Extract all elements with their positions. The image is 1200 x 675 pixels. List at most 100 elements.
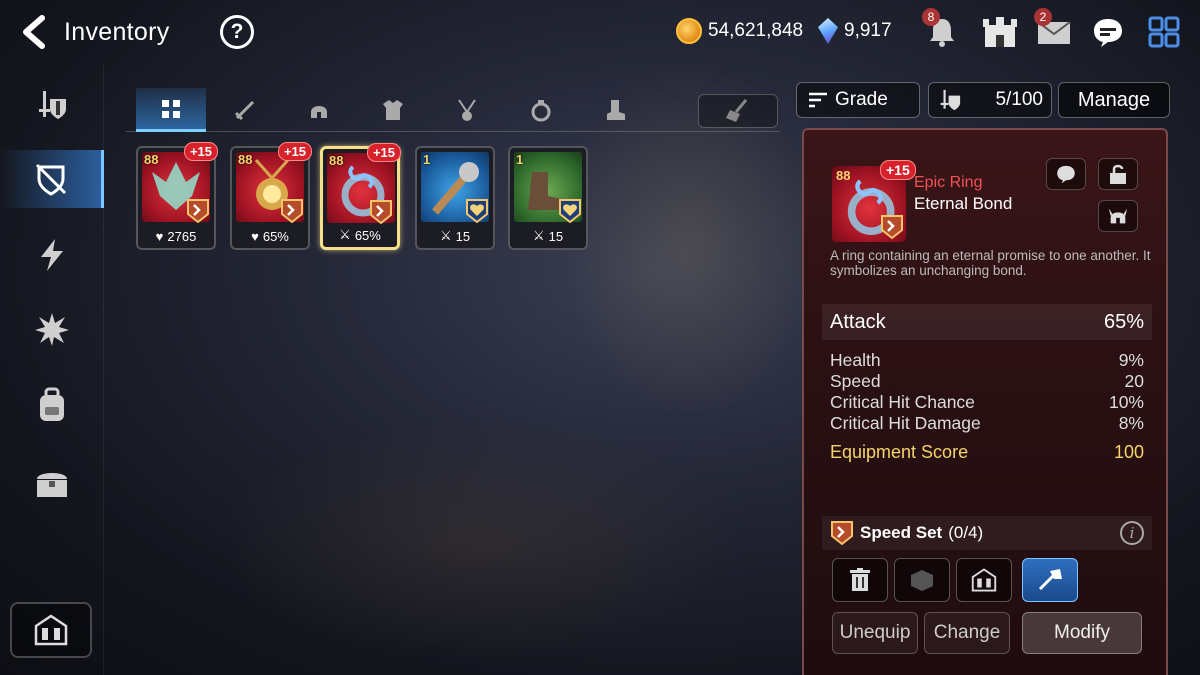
notification-badge: 8 bbox=[922, 8, 940, 26]
chat-icon[interactable] bbox=[1088, 12, 1128, 52]
sword-icon bbox=[234, 100, 255, 121]
fortress-icon bbox=[34, 614, 68, 646]
item-level: 88 bbox=[329, 153, 344, 168]
modify-button[interactable]: Modify bbox=[1022, 612, 1142, 654]
filter-button[interactable] bbox=[698, 94, 778, 128]
item-stat-value: 2765 bbox=[167, 229, 197, 244]
grade-sort-button[interactable]: Grade bbox=[796, 82, 920, 118]
inventory-item[interactable]: 88 +15 ♥ 2765 bbox=[136, 142, 218, 250]
sidebar bbox=[0, 64, 104, 675]
inventory-item[interactable]: 88 +15 ♥ 65% bbox=[230, 142, 312, 250]
sword-shield-icon bbox=[940, 89, 961, 111]
manage-button[interactable]: Manage bbox=[1058, 82, 1170, 118]
sub-stat-row: Speed 20 bbox=[830, 371, 1144, 392]
sidebar-item-artifacts[interactable] bbox=[0, 150, 104, 208]
category-tabs bbox=[126, 88, 780, 132]
sidebar-item-catalysts[interactable] bbox=[0, 226, 104, 284]
storage-button[interactable] bbox=[956, 558, 1012, 602]
bell-icon[interactable]: 8 bbox=[922, 8, 962, 52]
tab-weapon[interactable] bbox=[210, 88, 280, 132]
set-progress: (0/4) bbox=[948, 523, 984, 542]
item-stat: ⚔ 15 bbox=[510, 228, 586, 244]
backpack-icon bbox=[40, 387, 64, 421]
item-enhance: +15 bbox=[183, 142, 218, 161]
castle-icon[interactable] bbox=[980, 12, 1020, 52]
info-icon[interactable]: i bbox=[1120, 521, 1144, 545]
sword-icon: ⚔ bbox=[339, 227, 351, 242]
help-icon[interactable]: ? bbox=[220, 15, 254, 49]
grid-icon bbox=[162, 99, 180, 118]
page-title: Inventory bbox=[64, 18, 170, 46]
extract-button[interactable] bbox=[894, 558, 950, 602]
gold-currency[interactable]: 54,621,848 bbox=[676, 18, 803, 44]
lightning-icon bbox=[41, 239, 63, 271]
main-stat: Attack 65% bbox=[822, 304, 1152, 340]
item-level: 1 bbox=[516, 152, 524, 167]
sell-button[interactable] bbox=[832, 558, 888, 602]
tab-all[interactable] bbox=[136, 88, 206, 132]
enhance-button[interactable] bbox=[1022, 558, 1078, 602]
item-stat: ♥ 2765 bbox=[138, 229, 214, 244]
back-arrow-icon[interactable] bbox=[18, 14, 52, 50]
crystal-amount: 9,917 bbox=[844, 20, 892, 41]
item-stat-value: 65% bbox=[262, 229, 289, 244]
health-set-icon bbox=[559, 199, 581, 224]
item-stat: ⚔ 65% bbox=[323, 227, 397, 243]
sword-shield-icon bbox=[39, 91, 66, 119]
mail-icon[interactable]: 2 bbox=[1034, 8, 1074, 52]
item-detail-panel: 88 +15 Epic Ring Eternal Bond A ring con… bbox=[802, 128, 1168, 675]
heart-icon: ♥ bbox=[251, 229, 259, 244]
hammer-icon bbox=[1038, 569, 1062, 591]
grade-label: Grade bbox=[835, 89, 888, 110]
speed-set-icon bbox=[370, 200, 392, 225]
change-button[interactable]: Change bbox=[924, 612, 1010, 654]
tab-ring[interactable] bbox=[506, 88, 576, 132]
sub-stat-row: Health 9% bbox=[830, 350, 1144, 371]
sword-icon: ⚔ bbox=[532, 228, 545, 243]
item-stat: ⚔ 15 bbox=[417, 228, 493, 244]
chest-icon bbox=[37, 473, 67, 497]
speed-set-icon bbox=[881, 215, 903, 240]
sidebar-item-backpack[interactable] bbox=[0, 376, 104, 434]
heart-icon: ♥ bbox=[155, 229, 164, 244]
grid-menu-icon[interactable] bbox=[1144, 12, 1184, 52]
sidebar-item-equipment[interactable] bbox=[0, 76, 104, 134]
hero-helmet-icon bbox=[1108, 208, 1128, 224]
mail-badge: 2 bbox=[1034, 8, 1052, 26]
boots-icon bbox=[607, 100, 625, 120]
sword-icon: ⚔ bbox=[439, 228, 452, 243]
lock-button[interactable] bbox=[1098, 158, 1138, 190]
equipment-score-label: Equipment Score bbox=[830, 442, 969, 462]
equipment-score-value: 100 bbox=[1113, 442, 1144, 462]
inventory-item-selected[interactable]: 88 +15 ⚔ 65% bbox=[320, 143, 401, 250]
detail-item-enhance: +15 bbox=[880, 160, 916, 180]
sub-stat-row: Critical Hit Damage 8% bbox=[830, 413, 1144, 434]
broom-icon bbox=[726, 99, 748, 122]
sub-stat-value: 8% bbox=[1118, 413, 1144, 433]
trash-icon bbox=[850, 568, 870, 591]
inventory-item[interactable]: 1 ⚔ 15 bbox=[415, 146, 495, 250]
chat-link-button[interactable] bbox=[1046, 158, 1086, 190]
item-grade: Epic Ring bbox=[914, 174, 983, 191]
sub-stats: Health 9% Speed 20 Critical Hit Chance 10% … bbox=[830, 350, 1144, 434]
sub-stat-label: Critical Hit Chance bbox=[830, 392, 975, 412]
tab-armor[interactable] bbox=[358, 88, 428, 132]
armor-icon bbox=[383, 100, 403, 120]
unequip-button[interactable]: Unequip bbox=[832, 612, 918, 654]
health-set-icon bbox=[466, 199, 488, 224]
tab-boots[interactable] bbox=[580, 88, 650, 132]
item-level: 88 bbox=[144, 152, 159, 167]
inventory-capacity-button[interactable]: 5/100 bbox=[928, 82, 1052, 118]
sidebar-item-chest[interactable] bbox=[0, 454, 104, 512]
item-description: A ring containing an eternal promise to … bbox=[830, 248, 1151, 278]
tab-helmet[interactable] bbox=[284, 88, 354, 132]
sub-stat-label: Critical Hit Damage bbox=[830, 413, 981, 433]
tab-necklace[interactable] bbox=[432, 88, 502, 132]
crystal-currency[interactable]: 9,917 bbox=[818, 18, 892, 44]
top-bar: Inventory ? 54,621,848 9,917 8 2 bbox=[0, 0, 1200, 64]
fortress-button[interactable] bbox=[10, 602, 92, 658]
hero-button[interactable] bbox=[1098, 200, 1138, 232]
sidebar-item-materials[interactable] bbox=[0, 300, 104, 358]
inventory-item[interactable]: 1 ⚔ 15 bbox=[508, 146, 588, 250]
sort-icon bbox=[809, 92, 827, 108]
